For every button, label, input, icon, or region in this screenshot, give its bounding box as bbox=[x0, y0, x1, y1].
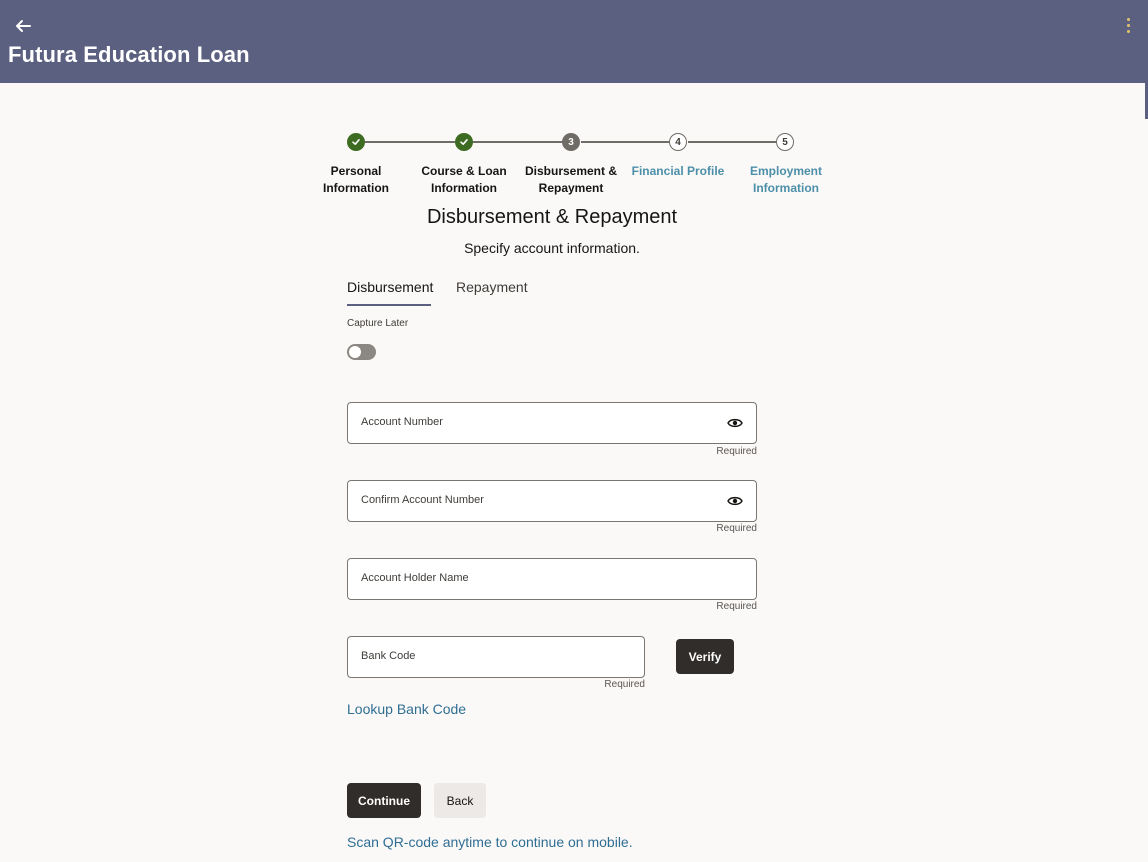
app-title: Futura Education Loan bbox=[8, 42, 250, 67]
account-holder-name-required: Required bbox=[716, 601, 757, 612]
account-number-input[interactable] bbox=[348, 403, 756, 443]
confirm-account-number-field[interactable]: Confirm Account Number bbox=[347, 480, 757, 522]
capture-later-toggle[interactable] bbox=[347, 344, 376, 360]
step-2-complete-icon bbox=[455, 133, 473, 151]
eye-icon[interactable] bbox=[727, 416, 743, 430]
tab-repayment[interactable]: Repayment bbox=[456, 279, 528, 295]
page-title: Disbursement & Repayment bbox=[426, 206, 678, 228]
step-3-number: 3 bbox=[562, 133, 580, 151]
step-5-label: Employment Information bbox=[749, 164, 822, 195]
toggle-knob bbox=[349, 346, 361, 358]
continue-button[interactable]: Continue bbox=[347, 783, 421, 818]
app-header: Futura Education Loan bbox=[0, 0, 1148, 83]
kebab-menu-icon[interactable] bbox=[1121, 14, 1135, 36]
step-5-number: 5 bbox=[776, 133, 794, 151]
bank-code-input[interactable] bbox=[348, 637, 644, 677]
account-holder-name-input[interactable] bbox=[348, 559, 756, 599]
back-button[interactable]: Back bbox=[434, 783, 486, 818]
eye-icon[interactable] bbox=[727, 494, 743, 508]
arrow-left-icon[interactable] bbox=[13, 16, 33, 36]
verify-button[interactable]: Verify bbox=[676, 639, 734, 674]
step-4-label: Financial Profile bbox=[631, 164, 725, 178]
step-connector bbox=[581, 141, 669, 143]
step-4-number: 4 bbox=[669, 133, 687, 151]
step-connector bbox=[365, 141, 455, 143]
active-tab-indicator bbox=[347, 304, 431, 306]
page-subtitle: Specify account information. bbox=[464, 240, 640, 256]
capture-later-label: Capture Later bbox=[347, 318, 409, 329]
step-1-label: Personal Information bbox=[323, 164, 389, 195]
account-holder-name-field[interactable]: Account Holder Name bbox=[347, 558, 757, 600]
step-1-complete-icon bbox=[347, 133, 365, 151]
lookup-bank-code-link[interactable]: Lookup Bank Code bbox=[347, 701, 466, 717]
step-2-label: Course & Loan Information bbox=[421, 164, 507, 195]
account-number-field[interactable]: Account Number bbox=[347, 402, 757, 444]
bank-code-field[interactable]: Bank Code bbox=[347, 636, 645, 678]
step-connector bbox=[688, 141, 776, 143]
bank-code-required: Required bbox=[604, 679, 645, 690]
tab-disbursement[interactable]: Disbursement bbox=[347, 279, 433, 295]
account-number-required: Required bbox=[716, 446, 757, 457]
step-3-label: Disbursement & Repayment bbox=[524, 164, 618, 195]
confirm-account-number-required: Required bbox=[716, 523, 757, 534]
progress-stepper: 3 4 5 Personal Information Course & Loan I… bbox=[300, 130, 860, 200]
confirm-account-number-input[interactable] bbox=[348, 481, 756, 521]
scan-qr-code-link[interactable]: Scan QR-code anytime to continue on mobi… bbox=[347, 834, 633, 850]
step-connector bbox=[473, 141, 563, 143]
